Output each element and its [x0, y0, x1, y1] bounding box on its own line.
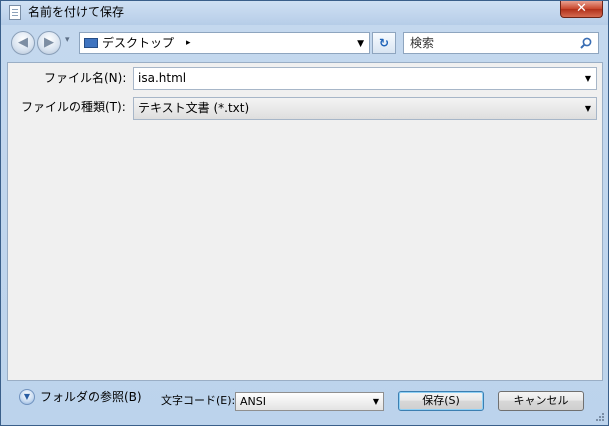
save-button[interactable]: 保存(S)	[398, 391, 484, 411]
encoding-dropdown-button[interactable]: ▼	[373, 396, 379, 408]
recent-locations-dropdown[interactable]: ▾	[65, 35, 70, 45]
close-button[interactable]: ✕	[560, 1, 603, 18]
filename-label: ファイル名(N):	[44, 71, 127, 85]
back-button[interactable]: ◀	[11, 31, 35, 55]
address-dropdown-button[interactable]: ▼	[357, 37, 364, 51]
filetype-value[interactable]: テキスト文書 (*.txt)	[138, 100, 249, 117]
encoding-value[interactable]: ANSI	[240, 394, 266, 409]
form-pane: ファイル名(N): isa.html ▼ ファイルの種類(T): テキスト文書 …	[7, 62, 603, 381]
filename-field[interactable]: isa.html ▼	[133, 67, 597, 90]
filename-value[interactable]: isa.html	[138, 70, 186, 87]
save-as-dialog: 名前を付けて保存 ✕ ◀ ▶ ▾ デスクトップ ▸ ▼ ↻ 検索 ファイル名(N…	[0, 0, 609, 426]
address-location[interactable]: デスクトップ	[102, 35, 174, 51]
filetype-dropdown-button[interactable]: ▼	[585, 103, 591, 115]
desktop-icon	[84, 38, 98, 48]
chevron-right-icon[interactable]: ▸	[186, 36, 191, 50]
address-bar[interactable]: デスクトップ ▸ ▼	[79, 32, 370, 54]
resize-grip-icon[interactable]	[595, 412, 605, 422]
filename-dropdown-button[interactable]: ▼	[585, 73, 591, 85]
filetype-select[interactable]: テキスト文書 (*.txt) ▼	[133, 97, 597, 120]
search-box[interactable]: 検索	[403, 32, 599, 54]
cancel-button[interactable]: キャンセル	[498, 391, 584, 411]
filetype-label: ファイルの種類(T):	[21, 100, 126, 114]
refresh-button[interactable]: ↻	[372, 32, 396, 54]
chevron-down-icon[interactable]: ▼	[19, 389, 35, 405]
window-title: 名前を付けて保存	[28, 5, 125, 19]
search-input[interactable]: 検索	[410, 35, 434, 51]
encoding-select[interactable]: ANSI ▼	[235, 392, 384, 411]
search-icon[interactable]	[580, 37, 592, 49]
forward-button[interactable]: ▶	[37, 31, 61, 55]
encoding-label: 文字コード(E):	[161, 394, 236, 407]
title-bar[interactable]: 名前を付けて保存 ✕	[1, 1, 608, 25]
notepad-icon	[9, 5, 21, 20]
browse-folders-button[interactable]: フォルダの参照(B)	[40, 389, 142, 405]
